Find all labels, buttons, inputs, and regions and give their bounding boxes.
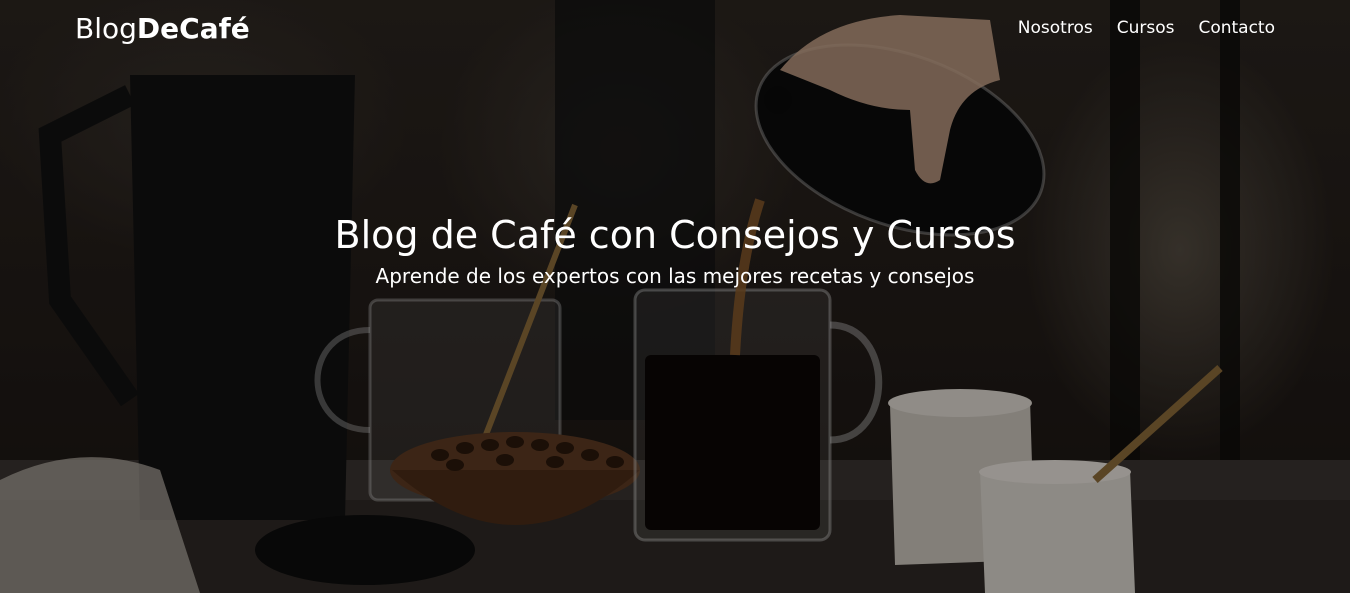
- main-navigation: Nosotros Cursos Contacto: [1018, 18, 1275, 38]
- logo-text-regular: Blog: [75, 12, 137, 45]
- hero-section: BlogDeCafé Nosotros Cursos Contacto Blog…: [0, 0, 1350, 593]
- hero-dark-overlay: [0, 0, 1350, 593]
- nav-link-nosotros[interactable]: Nosotros: [1018, 18, 1093, 38]
- hero-title: Blog de Café con Consejos y Cursos: [334, 213, 1016, 257]
- nav-link-contacto[interactable]: Contacto: [1198, 18, 1275, 38]
- hero-subtitle: Aprende de los expertos con las mejores …: [375, 264, 975, 288]
- hero-content: Blog de Café con Consejos y Cursos Apren…: [0, 210, 1350, 290]
- navbar: BlogDeCafé Nosotros Cursos Contacto: [0, 0, 1350, 62]
- nav-link-cursos[interactable]: Cursos: [1117, 18, 1175, 38]
- site-logo[interactable]: BlogDeCafé: [75, 12, 250, 45]
- logo-text-bold: DeCafé: [136, 12, 250, 45]
